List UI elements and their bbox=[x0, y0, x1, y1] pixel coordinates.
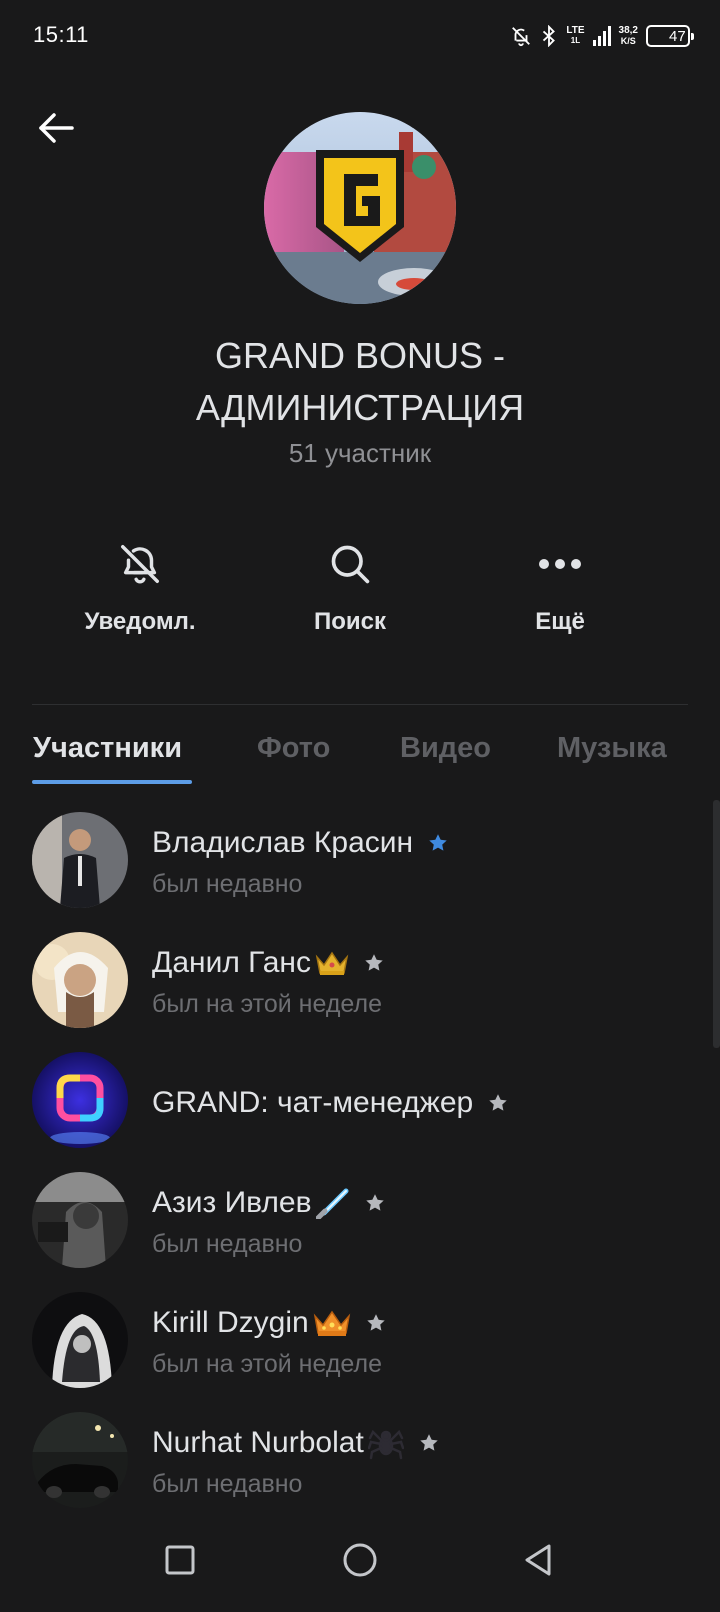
lte-label: LTE 1L bbox=[566, 25, 585, 46]
member-row[interactable]: Kirill Dzygin был на этой неделе bbox=[0, 1292, 720, 1402]
member-name: Владислав Красин bbox=[152, 826, 449, 860]
status-bar: 15:11 LTE 1L 38,2 K/S 47 bbox=[0, 0, 720, 72]
admin-star-icon bbox=[365, 1312, 387, 1334]
members-count: 51 участник bbox=[288, 438, 432, 468]
member-row[interactable]: GRAND: чат-менеджер bbox=[0, 1052, 720, 1162]
home-button[interactable] bbox=[338, 1540, 382, 1584]
group-avatar[interactable] bbox=[264, 112, 456, 304]
member-name: Nurhat Nurbolat bbox=[152, 1426, 440, 1460]
grand-logo-icon bbox=[264, 112, 456, 304]
member-status: был недавно bbox=[152, 870, 303, 898]
avatar bbox=[32, 812, 128, 908]
mute-notifications-icon bbox=[510, 25, 532, 47]
avatar bbox=[32, 1412, 128, 1508]
tab-photo[interactable]: Фото bbox=[257, 732, 330, 765]
back-button[interactable] bbox=[30, 104, 82, 156]
status-time: 15:11 bbox=[33, 22, 89, 47]
signal-icon bbox=[592, 26, 611, 46]
member-name: Данил Ганс bbox=[152, 946, 385, 980]
admin-star-icon bbox=[418, 1432, 440, 1454]
tab-music[interactable]: Музыка bbox=[557, 732, 667, 765]
net-speed: 38,2 K/S bbox=[618, 25, 638, 47]
member-name: GRAND: чат-менеджер bbox=[152, 1086, 509, 1120]
member-name: Азиз Ивлев bbox=[152, 1186, 386, 1220]
lightsaber-icon bbox=[315, 1187, 350, 1219]
admin-star-icon bbox=[363, 952, 385, 974]
notifications-button[interactable]: Уведомл. bbox=[40, 538, 240, 636]
action-bar: Уведомл. Поиск Ещё bbox=[0, 538, 720, 648]
member-row[interactable]: Владислав Красин был недавно bbox=[0, 812, 720, 922]
tab-members[interactable]: Участники bbox=[33, 732, 182, 765]
back-nav-button[interactable] bbox=[516, 1540, 560, 1584]
tab-bar: Участники Фото Видео Музыка bbox=[0, 732, 720, 786]
member-status: был на этой неделе bbox=[152, 990, 382, 1018]
recents-button[interactable] bbox=[158, 1540, 202, 1584]
member-status: был недавно bbox=[152, 1230, 303, 1258]
crown-icon bbox=[313, 1308, 351, 1338]
tab-indicator bbox=[32, 780, 192, 784]
avatar bbox=[32, 1292, 128, 1388]
notifications-label: Уведомл. bbox=[84, 608, 196, 635]
member-row[interactable]: Азиз Ивлев был недавно bbox=[0, 1172, 720, 1282]
member-status: был недавно bbox=[152, 1470, 303, 1498]
member-status: был на этой неделе bbox=[152, 1350, 382, 1378]
spider-icon bbox=[367, 1426, 404, 1460]
divider bbox=[32, 704, 688, 705]
search-button[interactable]: Поиск bbox=[250, 538, 450, 636]
member-row[interactable]: Данил Ганс был на этой неделе bbox=[0, 932, 720, 1042]
member-row[interactable]: Nurhat Nurbolat был недавно bbox=[0, 1412, 720, 1522]
arrow-left-icon bbox=[36, 108, 76, 153]
search-icon bbox=[250, 538, 450, 590]
tab-video[interactable]: Видео bbox=[400, 732, 491, 765]
system-nav-bar bbox=[0, 1512, 720, 1612]
more-dots-icon bbox=[460, 538, 660, 590]
admin-star-icon bbox=[427, 832, 449, 854]
group-title: GRAND BONUS - АДМИНИСТРАЦИЯ bbox=[195, 335, 525, 428]
avatar bbox=[32, 1172, 128, 1268]
triangle-back-icon bbox=[522, 1543, 554, 1582]
crown-icon bbox=[315, 949, 349, 977]
status-icons: LTE 1L 38,2 K/S 47 bbox=[510, 20, 694, 52]
square-icon bbox=[164, 1544, 196, 1581]
admin-star-icon bbox=[487, 1092, 509, 1114]
circle-icon bbox=[342, 1542, 378, 1583]
bluetooth-icon bbox=[540, 25, 558, 47]
bell-off-icon bbox=[40, 538, 240, 590]
member-name: Kirill Dzygin bbox=[152, 1306, 387, 1340]
avatar bbox=[32, 1052, 128, 1148]
more-button[interactable]: Ещё bbox=[460, 538, 660, 636]
more-label: Ещё bbox=[535, 608, 585, 635]
avatar bbox=[32, 932, 128, 1028]
battery-icon: 47 bbox=[646, 25, 694, 47]
admin-star-icon bbox=[364, 1192, 386, 1214]
search-label: Поиск bbox=[313, 608, 387, 635]
